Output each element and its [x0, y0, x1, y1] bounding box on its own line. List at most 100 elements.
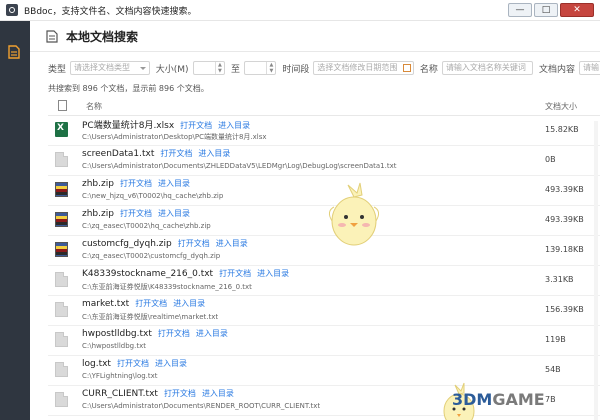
xlsx-file-icon: [55, 122, 68, 137]
open-document-link[interactable]: 打开文档: [180, 121, 212, 130]
open-document-link[interactable]: 打开文档: [117, 359, 149, 368]
file-name[interactable]: K48339stockname_216_0.txt: [82, 269, 213, 279]
open-directory-link[interactable]: 进入目录: [216, 239, 248, 248]
table-row[interactable]: hwpostlldbg.txt 打开文档 进入目录 C:\hwpostlldbg.tx…: [48, 326, 600, 356]
open-directory-link[interactable]: 进入目录: [257, 269, 289, 278]
type-label: 类型: [48, 64, 67, 75]
content-label: 文档内容: [539, 64, 576, 75]
file-size: 15.82KB: [545, 125, 579, 134]
file-name-line: zhb.zip 打开文档 进入目录: [82, 208, 190, 219]
file-name[interactable]: PC端数量统计8月.xlsx: [82, 121, 174, 131]
open-directory-link[interactable]: 进入目录: [218, 121, 250, 130]
open-document-link[interactable]: 打开文档: [178, 239, 210, 248]
spinner-icon[interactable]: ▲ ▼: [266, 62, 275, 74]
title-bar: BBdoc，支持文件名、文档内容快速搜索。 — □ ✕: [0, 0, 600, 21]
file-path: C:\YFLightning\log.txt: [82, 372, 158, 380]
table-row[interactable]: PC端数量统计8月.xlsx 打开文档进入目录 C:\Users\Administr…: [48, 116, 600, 146]
txt-file-icon: [55, 392, 68, 407]
spinner-icon[interactable]: ▲ ▼: [214, 62, 224, 74]
zip-file-icon: [55, 212, 68, 227]
file-path: C:\东亚前海证券悦版\K48339stockname_216_0.txt: [82, 283, 252, 291]
file-path: C:\zq_easec\T0002\hq_cache\zhb.zip: [82, 222, 211, 230]
scrollbar[interactable]: [594, 121, 598, 420]
file-name[interactable]: screenData1.txt: [82, 149, 154, 159]
file-name[interactable]: zhb.zip: [82, 179, 114, 189]
file-name[interactable]: zhb.zip: [82, 209, 114, 219]
document-list-icon: [46, 29, 58, 43]
content-search-input[interactable]: 请输: [579, 61, 600, 75]
txt-file-icon: [55, 362, 68, 377]
name-placeholder: 请输入文档名称关键词: [445, 63, 526, 72]
watermark-accent: GAME: [492, 390, 545, 409]
close-button[interactable]: ✕: [560, 3, 594, 17]
watermark-main: 3DM: [452, 390, 493, 409]
open-document-link[interactable]: 打开文档: [120, 209, 152, 218]
open-document-link[interactable]: 打开文档: [160, 149, 192, 158]
date-range-input[interactable]: 选择文档修改日期范围: [313, 61, 414, 75]
calendar-icon[interactable]: [402, 64, 411, 72]
file-name[interactable]: CURR_CLIENT.txt: [82, 389, 158, 399]
maximize-button[interactable]: □: [534, 3, 558, 17]
table-row[interactable]: K48339stockname_216_0.txt 打开文档 进入目录 C:\东亚前海…: [48, 266, 600, 296]
file-size: 493.39KB: [545, 215, 584, 224]
open-directory-link[interactable]: 进入目录: [158, 179, 190, 188]
file-name[interactable]: hwpostlldbg.txt: [82, 329, 152, 339]
file-name[interactable]: customcfg_dyqh.zip: [82, 239, 172, 249]
open-document-link[interactable]: 打开文档: [158, 329, 190, 338]
watermark-logo: 3DMGAME: [452, 390, 545, 409]
file-name-line: CURR_CLIENT.txt 打开文档 进入目录: [82, 388, 234, 399]
file-name[interactable]: market.txt: [82, 299, 129, 309]
open-directory-link[interactable]: 进入目录: [202, 389, 234, 398]
document-icon[interactable]: [8, 45, 20, 59]
name-label: 名称: [419, 64, 438, 75]
time-label: 时间段: [282, 64, 310, 75]
window-controls: — □ ✕: [508, 3, 594, 17]
app-logo-icon: [6, 4, 18, 16]
file-name[interactable]: log.txt: [82, 359, 111, 369]
txt-file-icon: [55, 302, 68, 317]
open-directory-link[interactable]: 进入目录: [196, 329, 228, 338]
file-path: C:\new_hjzq_v6\T0002\hq_cache\zhb.zip: [82, 192, 224, 200]
file-name-line: customcfg_dyqh.zip 打开文档 进入目录: [82, 238, 248, 249]
table-row[interactable]: log.txt 打开文档 进入目录 C:\YFLightning\log.txt 54B: [48, 356, 600, 386]
to-label: 至: [230, 64, 240, 75]
column-name[interactable]: 名称: [86, 101, 102, 112]
page-title: 本地文档搜索: [66, 29, 139, 44]
open-directory-link[interactable]: 进入目录: [158, 209, 190, 218]
type-select[interactable]: 请选择文档类型: [70, 61, 150, 75]
open-document-link[interactable]: 打开文档: [120, 179, 152, 188]
date-range-placeholder: 选择文档修改日期范围: [317, 63, 398, 72]
file-size: 156.39KB: [545, 305, 584, 314]
open-document-link[interactable]: 打开文档: [164, 389, 196, 398]
size-min-input[interactable]: ▲ ▼: [192, 61, 225, 75]
column-size[interactable]: 文档大小: [545, 101, 577, 112]
file-name-line: hwpostlldbg.txt 打开文档 进入目录: [82, 328, 228, 339]
table-row[interactable]: market.txt 打开文档 进入目录 C:\东亚前海证券悦版\realtime\m…: [48, 296, 600, 326]
file-path: C:\Users\Administrator\Documents\ZHLEDDa…: [82, 162, 397, 170]
zip-file-icon: [55, 182, 68, 197]
open-directory-link[interactable]: 进入目录: [173, 299, 205, 308]
open-document-link[interactable]: 打开文档: [135, 299, 167, 308]
open-directory-link[interactable]: 进入目录: [198, 149, 230, 158]
file-size: 139.18KB: [545, 245, 584, 254]
txt-file-icon: [55, 152, 68, 167]
file-icon: [58, 100, 67, 111]
file-name-line: PC端数量统计8月.xlsx 打开文档 进入目录: [82, 118, 250, 131]
type-placeholder: 请选择文档类型: [74, 63, 131, 72]
txt-file-icon: [55, 332, 68, 347]
open-document-link[interactable]: 打开文档: [219, 269, 251, 278]
file-path: C:\zq_easec\T0002\customcfg_dyqh.zip: [82, 252, 221, 260]
open-directory-link[interactable]: 进入目录: [155, 359, 187, 368]
file-path: C:\Users\Administrator\Desktop\PC端数量统计8月…: [82, 133, 267, 141]
size-max-input[interactable]: ▲ ▼: [243, 61, 277, 75]
sidebar: [0, 21, 30, 420]
results-list: PC端数量统计8月.xlsx打开文档进入目录C:\Users\Administr…: [48, 116, 600, 416]
file-name-line: screenData1.txt 打开文档 进入目录: [82, 148, 230, 159]
table-row[interactable]: screenData1.txt 打开文档 进入目录 C:\Users\Administ…: [48, 146, 600, 176]
file-size: 7B: [545, 395, 556, 404]
minimize-button[interactable]: —: [508, 3, 532, 17]
zip-file-icon: [55, 242, 68, 257]
file-path: C:\hwpostlldbg.txt: [82, 342, 146, 350]
content-placeholder: 请输: [583, 63, 600, 72]
name-search-input[interactable]: 请输入文档名称关键词: [441, 61, 533, 75]
